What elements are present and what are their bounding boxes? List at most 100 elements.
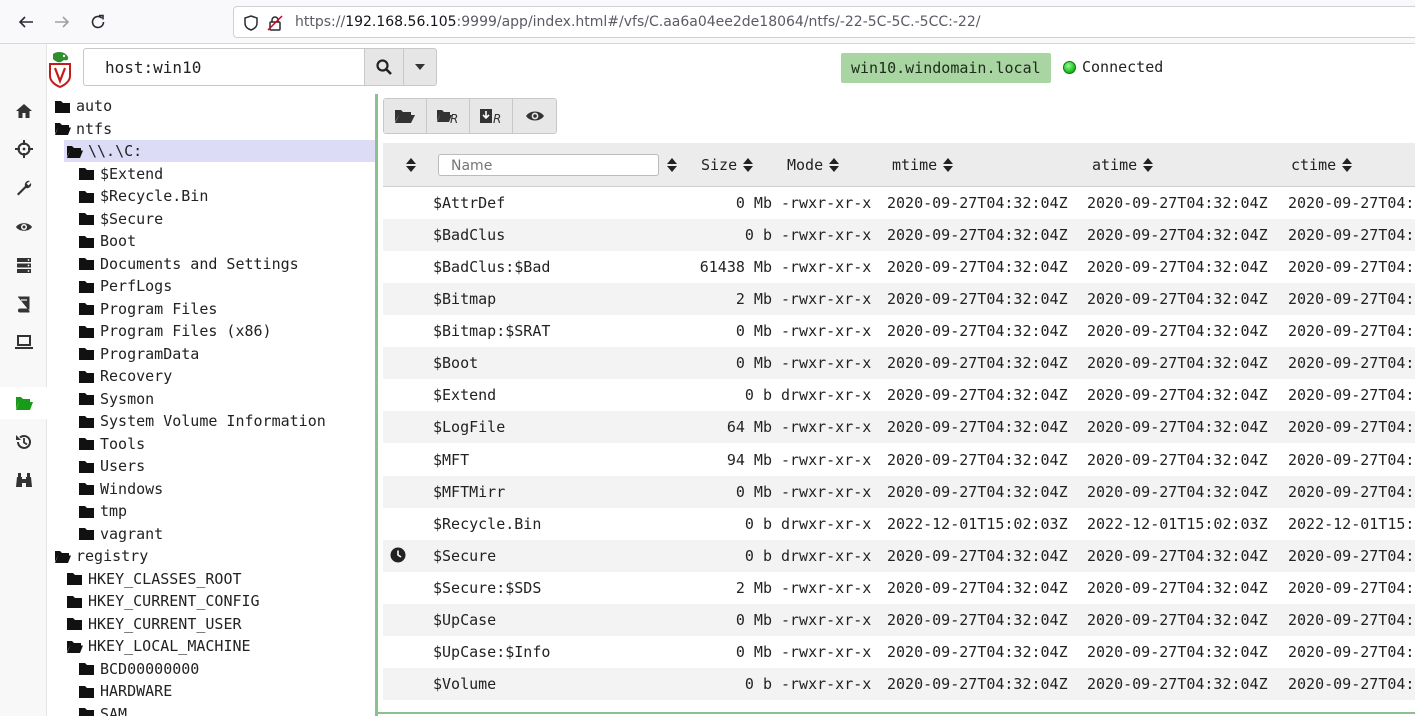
tree-item[interactable]: ProgramData: [78, 343, 199, 365]
tree-item[interactable]: SAM: [78, 703, 127, 716]
table-row[interactable]: $Boot 0 Mb -rwxr-xr-x 2020-09-27T04:32:04Z 2…: [383, 347, 1415, 379]
tree-item[interactable]: $Extend: [78, 163, 163, 185]
cell-name[interactable]: $MFT: [433, 451, 469, 469]
recursive-download-button[interactable]: R: [470, 99, 513, 133]
cell-name[interactable]: $AttrDef: [433, 194, 505, 212]
tree-item[interactable]: $Recycle.Bin: [78, 185, 208, 207]
tree-item[interactable]: PerfLogs: [78, 275, 172, 297]
cell-mtime: 2020-09-27T04:32:04Z: [887, 258, 1068, 276]
column-mode[interactable]: Mode: [787, 143, 840, 187]
tree-item[interactable]: \\.\C:: [64, 140, 375, 162]
search-dropdown-button[interactable]: [403, 48, 437, 86]
sort-download-column[interactable]: [400, 143, 416, 187]
folder-icon: [79, 168, 94, 180]
column-mtime[interactable]: mtime: [892, 143, 954, 187]
cell-name[interactable]: $Bitmap: [433, 290, 496, 308]
tree-item[interactable]: Program Files: [78, 298, 217, 320]
cell-name[interactable]: $Recycle.Bin: [433, 515, 541, 533]
tree-item[interactable]: Sysmon: [78, 388, 154, 410]
tree-item[interactable]: Program Files (x86): [78, 320, 272, 342]
table-row[interactable]: $Secure 0 b drwxr-xr-x 2020-09-27T04:32:04Z…: [383, 540, 1415, 572]
cell-name[interactable]: $Bitmap:$SRAT: [433, 322, 550, 340]
tree-item[interactable]: HKEY_CURRENT_CONFIG: [66, 590, 260, 612]
forward-arrow-icon[interactable]: [50, 10, 74, 34]
table-row[interactable]: $Extend 0 b drwxr-xr-x 2020-09-27T04:32:04Z…: [383, 379, 1415, 411]
recursive-refresh-button[interactable]: R: [427, 99, 470, 133]
cell-name[interactable]: $Secure: [433, 547, 496, 565]
tree-item[interactable]: Recovery: [78, 365, 172, 387]
cell-name[interactable]: $BadClus:$Bad: [433, 258, 550, 276]
tree-item[interactable]: auto: [54, 95, 112, 117]
tree-item[interactable]: Windows: [78, 478, 163, 500]
tree-item[interactable]: vagrant: [78, 523, 163, 545]
cell-name[interactable]: $UpCase: [433, 611, 496, 629]
table-row[interactable]: $Volume 0 b -rwxr-xr-x 2020-09-27T04:32:04Z…: [383, 668, 1415, 700]
sidebar-item-hunts[interactable]: [0, 464, 47, 496]
table-row[interactable]: $BadClus 0 b -rwxr-xr-x 2020-09-27T04:32:04…: [383, 219, 1415, 251]
sidebar-item-home[interactable]: [0, 95, 47, 127]
cell-size: 0 b: [744, 547, 772, 565]
tree-item[interactable]: tmp: [78, 500, 127, 522]
tree-item[interactable]: Users: [78, 455, 145, 477]
table-row[interactable]: $Recycle.Bin 0 b drwxr-xr-x 2022-12-01T15:0…: [383, 508, 1415, 540]
cell-name[interactable]: $BadClus: [433, 226, 505, 244]
connected-status-icon: [1063, 61, 1076, 74]
table-row[interactable]: $UpCase:$Info 0 Mb -rwxr-xr-x 2020-09-27T04…: [383, 636, 1415, 668]
table-row[interactable]: $Bitmap:$SRAT 0 Mb -rwxr-xr-x 2020-09-27T04…: [383, 315, 1415, 347]
sidebar-item-vfs[interactable]: [0, 387, 47, 419]
tree-item[interactable]: HKEY_CURRENT_USER: [66, 613, 242, 635]
tree-item[interactable]: Tools: [78, 433, 145, 455]
sidebar-item-clients[interactable]: [0, 326, 47, 358]
name-filter-input[interactable]: [438, 154, 659, 176]
table-row[interactable]: $BadClus:$Bad 61438 Mb -rwxr-xr-x 2020-09-2…: [383, 251, 1415, 283]
table-row[interactable]: $Bitmap 2 Mb -rwxr-xr-x 2020-09-27T04:32:04…: [383, 283, 1415, 315]
table-row[interactable]: $LogFile 64 Mb -rwxr-xr-x 2020-09-27T04:32:…: [383, 411, 1415, 443]
tree-item[interactable]: HKEY_LOCAL_MACHINE: [66, 635, 251, 657]
cell-name[interactable]: $MFTMirr: [433, 483, 505, 501]
table-row[interactable]: $Secure:$SDS 2 Mb -rwxr-xr-x 2020-09-27T04:…: [383, 572, 1415, 604]
back-arrow-icon[interactable]: [14, 10, 38, 34]
column-ctime[interactable]: ctime: [1291, 143, 1353, 187]
cell-ctime: 2020-09-27T04:: [1288, 418, 1415, 436]
tree-item[interactable]: Boot: [78, 230, 136, 252]
sidebar-item-hunt[interactable]: [0, 133, 47, 165]
sort-name-column[interactable]: [661, 143, 677, 187]
cell-name[interactable]: $LogFile: [433, 418, 505, 436]
cell-name[interactable]: $Volume: [433, 675, 496, 693]
table-row[interactable]: $AttrDef 0 Mb -rwxr-xr-x 2020-09-27T04:32:0…: [383, 187, 1415, 219]
tree-item-label: Recovery: [100, 367, 173, 385]
client-hostname-badge[interactable]: win10.windomain.local: [841, 53, 1051, 83]
client-search-input[interactable]: host:win10: [83, 48, 365, 86]
search-button[interactable]: [364, 48, 404, 86]
table-row[interactable]: $MFT 94 Mb -rwxr-xr-x 2020-09-27T04:32:04Z 2…: [383, 444, 1415, 476]
table-row[interactable]: $MFTMirr 0 Mb -rwxr-xr-x 2020-09-27T04:32:0…: [383, 476, 1415, 508]
column-atime[interactable]: atime: [1092, 143, 1154, 187]
address-bar[interactable]: https://192.168.56.105:9999/app/index.ht…: [233, 6, 1415, 38]
tree-item-label: Program Files: [100, 299, 218, 318]
reload-icon[interactable]: [86, 10, 110, 34]
tree-item[interactable]: HARDWARE: [78, 680, 172, 702]
clock-icon[interactable]: [390, 547, 406, 563]
sidebar-item-artifacts[interactable]: [0, 172, 47, 204]
tracking-shield-icon[interactable]: [242, 14, 260, 32]
cell-name[interactable]: $Extend: [433, 386, 496, 404]
tree-item[interactable]: $Secure: [78, 208, 163, 230]
tree-item[interactable]: ntfs: [54, 118, 112, 140]
sidebar-item-collections[interactable]: [0, 426, 47, 458]
insecure-lock-icon[interactable]: [266, 14, 284, 32]
sidebar-item-notebooks[interactable]: [0, 288, 47, 320]
collection-status-button[interactable]: [513, 99, 556, 133]
tree-item[interactable]: System Volume Information: [78, 410, 326, 432]
refresh-directory-button[interactable]: [384, 99, 427, 133]
table-row[interactable]: $UpCase 0 Mb -rwxr-xr-x 2020-09-27T04:32:04…: [383, 604, 1415, 636]
tree-item[interactable]: HKEY_CLASSES_ROOT: [66, 568, 242, 590]
tree-item[interactable]: BCD00000000: [78, 658, 199, 680]
cell-name[interactable]: $Secure:$SDS: [433, 579, 541, 597]
cell-name[interactable]: $UpCase:$Info: [433, 643, 550, 661]
sidebar-item-events[interactable]: [0, 211, 47, 243]
column-size[interactable]: Size: [701, 143, 754, 187]
tree-item[interactable]: registry: [54, 545, 148, 567]
tree-item[interactable]: Documents and Settings: [78, 253, 299, 275]
sidebar-item-server[interactable]: [0, 249, 47, 281]
cell-name[interactable]: $Boot: [433, 354, 478, 372]
